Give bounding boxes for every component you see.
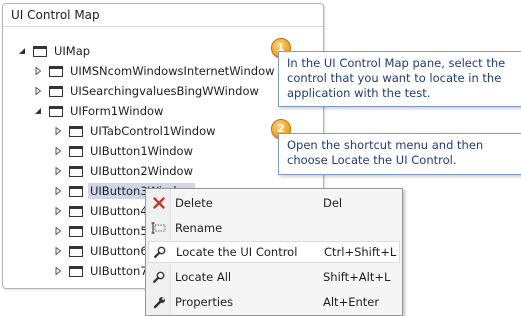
menu-item-shortcut: Shift+Alt+L [323, 270, 391, 284]
tree-node-label: UIButton2Window [90, 164, 193, 178]
menu-item-properties[interactable]: Properties Alt+Enter [148, 291, 400, 313]
menu-item-label: Delete [175, 196, 213, 210]
step-2-callout: Open the shortcut menu and then choose L… [278, 133, 521, 175]
collapsed-arrow-icon[interactable] [33, 66, 43, 76]
collapsed-arrow-icon[interactable] [53, 126, 63, 136]
window-icon [69, 165, 83, 177]
collapsed-arrow-icon[interactable] [53, 226, 63, 236]
collapsed-arrow-icon[interactable] [53, 246, 63, 256]
window-icon [69, 125, 83, 137]
collapsed-arrow-icon[interactable] [53, 266, 63, 276]
collapsed-arrow-icon[interactable] [33, 86, 43, 96]
locate-all-magnifier-icon [148, 271, 170, 283]
tree-node-label: UITabControl1Window [90, 124, 216, 138]
menu-item-label: Locate the UI Control [176, 245, 298, 259]
window-icon [69, 225, 83, 237]
pane-title: UI Control Map [3, 4, 323, 27]
context-menu: Delete Del Rename Locate the UI Control … [145, 188, 403, 316]
collapsed-arrow-icon[interactable] [53, 186, 63, 196]
menu-item-label: Locate All [175, 270, 232, 284]
tree-node-label: UIMSNcomWindowsInternetWindow [70, 64, 275, 78]
rename-icon [148, 222, 170, 234]
menu-item-shortcut: Ctrl+Shift+L [324, 245, 397, 259]
window-icon [69, 185, 83, 197]
window-icon [69, 245, 83, 257]
collapsed-arrow-icon[interactable] [53, 166, 63, 176]
tree-node[interactable]: UIButton2Window [53, 162, 195, 180]
window-icon [69, 265, 83, 277]
window-icon [69, 205, 83, 217]
locate-magnifier-icon [149, 246, 171, 258]
delete-x-icon [148, 197, 170, 209]
tree-node[interactable]: UIButton1Window [53, 142, 195, 160]
tree-node-label: UISearchingvaluesBingWWindow [70, 84, 259, 98]
menu-item-shortcut: Del [323, 196, 343, 210]
window-icon [33, 45, 47, 57]
menu-item-label: Properties [175, 295, 234, 309]
step-2-text: Open the shortcut menu and then choose L… [287, 138, 484, 167]
window-icon [49, 105, 63, 117]
collapsed-arrow-icon[interactable] [53, 146, 63, 156]
window-icon [49, 65, 63, 77]
tree-node[interactable]: UISearchingvaluesBingWWindow [33, 82, 261, 100]
window-icon [49, 85, 63, 97]
menu-item-rename[interactable]: Rename [148, 217, 400, 239]
tree-node-uiform1window[interactable]: UIForm1Window [33, 102, 165, 120]
window-icon [69, 145, 83, 157]
menu-item-shortcut: Alt+Enter [323, 295, 380, 309]
expanded-arrow-icon[interactable] [17, 46, 27, 56]
wrench-icon [148, 296, 170, 309]
tree-node[interactable]: UIMSNcomWindowsInternetWindow [33, 62, 277, 80]
menu-item-locate-all[interactable]: Locate All Shift+Alt+L [148, 266, 400, 288]
tree-node-label: UIMap [54, 44, 91, 58]
menu-item-locate-ui-control[interactable]: Locate the UI Control Ctrl+Shift+L [148, 241, 400, 263]
menu-item-label: Rename [175, 221, 223, 235]
expanded-arrow-icon[interactable] [33, 106, 43, 116]
tree-node-uimap[interactable]: UIMap [17, 42, 92, 60]
step-1-text: In the UI Control Map pane, select the c… [287, 56, 506, 100]
tree-node-label: UIButton1Window [90, 144, 193, 158]
step-1-callout: In the UI Control Map pane, select the c… [278, 51, 521, 107]
tree-node-label: UIForm1Window [70, 104, 164, 118]
tree-node[interactable]: UITabControl1Window [53, 122, 218, 140]
menu-item-delete[interactable]: Delete Del [148, 192, 400, 214]
collapsed-arrow-icon[interactable] [53, 206, 63, 216]
